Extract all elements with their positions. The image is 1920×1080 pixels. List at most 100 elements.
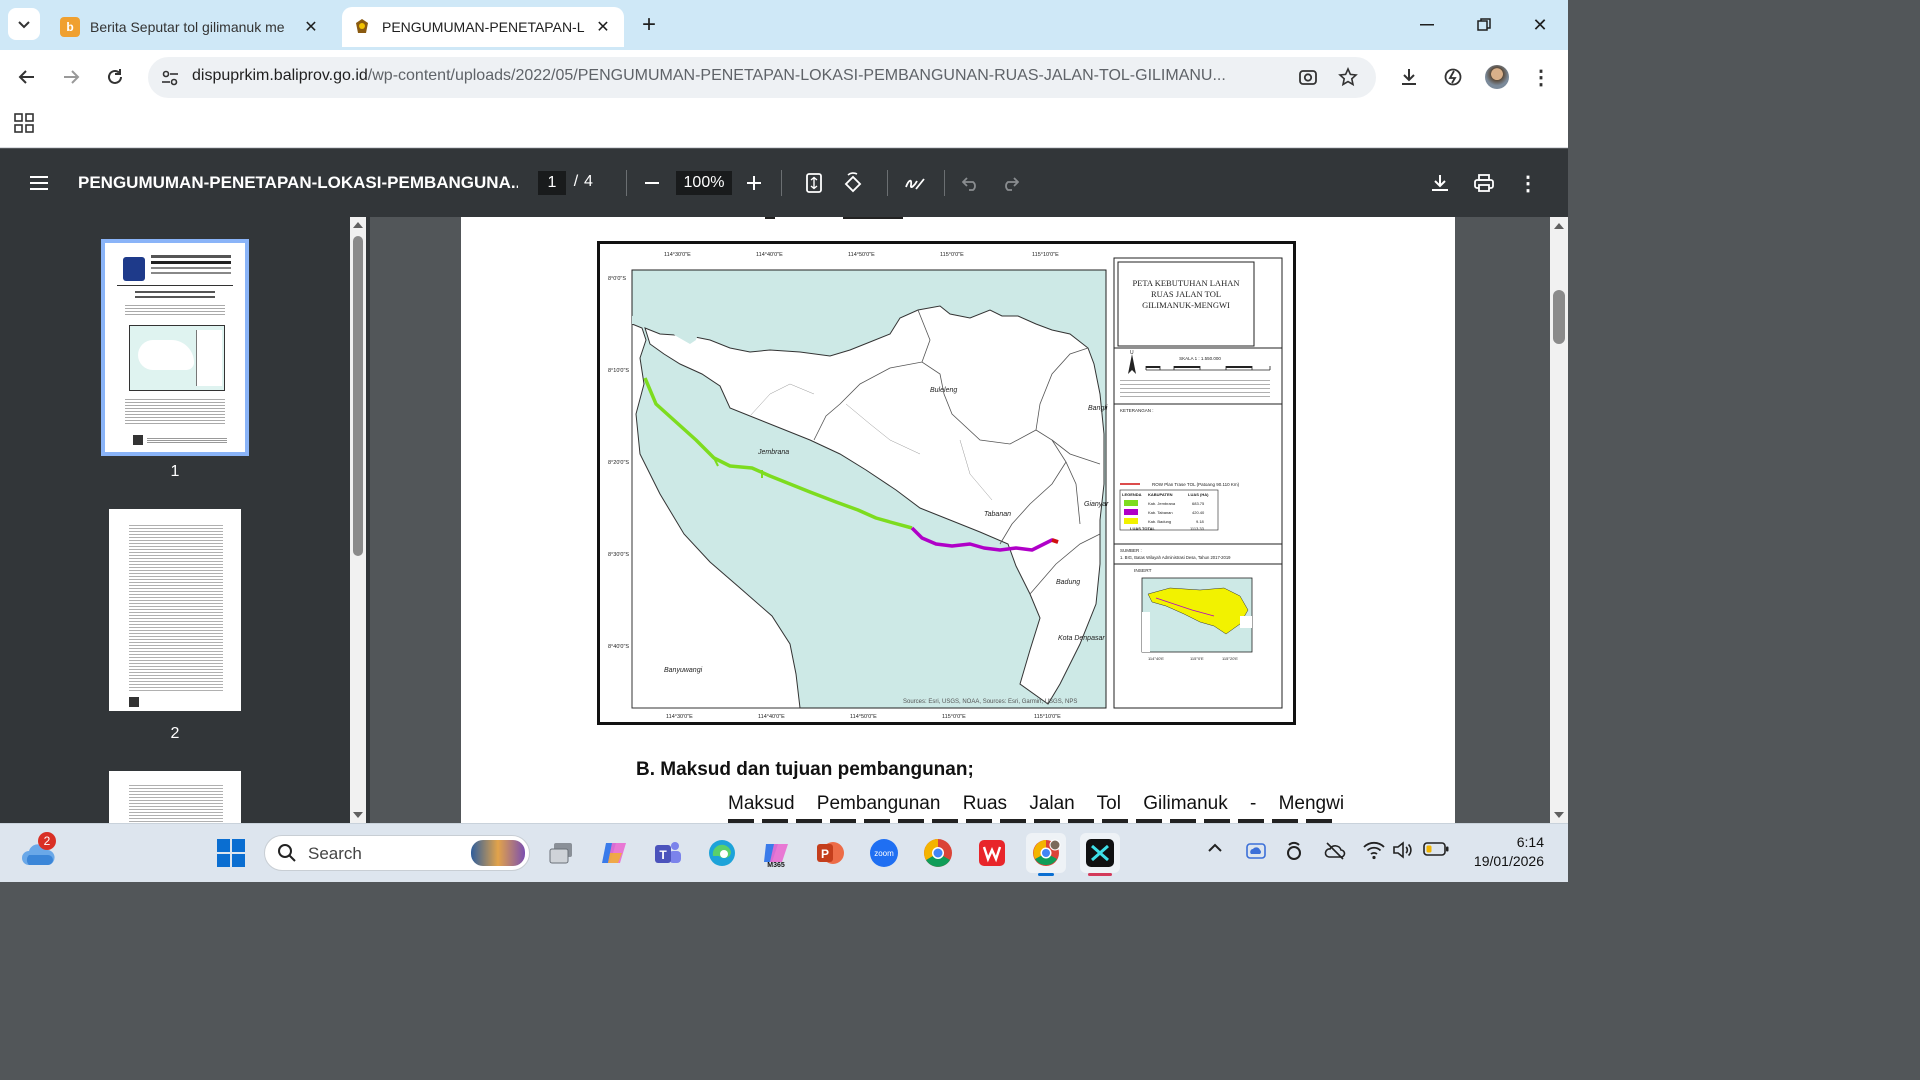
svg-text:SUMBER :: SUMBER : (1120, 548, 1142, 553)
svg-text:LEGENDA: LEGENDA (1122, 492, 1142, 497)
cloud-off-icon (1324, 842, 1346, 860)
svg-text:Kab. Jembrana: Kab. Jembrana (1148, 501, 1176, 506)
svg-text:LUAS (HA): LUAS (HA) (1188, 492, 1209, 497)
copilot-app[interactable] (594, 833, 634, 873)
wps-app[interactable] (972, 833, 1012, 873)
news-favicon-icon: b (60, 17, 80, 37)
tab-title: Berita Seputar tol gilimanuk me (90, 19, 285, 35)
zoom-in-button[interactable] (739, 168, 769, 198)
thumbnail-map (129, 325, 225, 391)
location-tray[interactable] (1285, 840, 1307, 864)
toolbar-divider (626, 170, 627, 196)
tray-overflow-button[interactable] (1207, 842, 1229, 864)
chrome-app[interactable] (918, 833, 958, 873)
thumbnail-page-1[interactable] (101, 239, 249, 456)
sidebar-scroll-down[interactable] (352, 811, 364, 821)
forward-button[interactable] (55, 61, 87, 93)
clock-time[interactable]: 6:14 (1460, 834, 1544, 850)
close-window-button[interactable]: ✕ (1523, 10, 1557, 40)
ring-icon (1287, 841, 1301, 860)
undo-button[interactable] (956, 168, 986, 198)
clock-date[interactable]: 19/01/2026 (1460, 853, 1544, 869)
fit-page-button[interactable] (799, 168, 829, 198)
profile-button[interactable] (1481, 61, 1513, 93)
site-info-icon[interactable] (158, 66, 182, 90)
teams-icon: T (655, 842, 681, 863)
zoom-level-input[interactable]: 100% (676, 171, 732, 195)
url-text[interactable]: dispuprkim.baliprov.go.id/wp-content/upl… (192, 67, 1282, 89)
performance-button[interactable] (1437, 61, 1469, 93)
svg-text:8°0'0"S: 8°0'0"S (608, 276, 626, 282)
document-scroll-thumb[interactable] (1553, 290, 1565, 344)
svg-text:115°0'E: 115°0'E (1190, 656, 1204, 661)
chrome-menu-button[interactable]: ⋮ (1525, 61, 1557, 93)
tab-berita[interactable]: b Berita Seputar tol gilimanuk me ✕ (50, 7, 332, 47)
speaker-icon (1393, 841, 1412, 859)
map-frame: Buleleng Bangli Jembrana Gianyar Tabanan… (597, 241, 1296, 725)
wifi-tray[interactable] (1363, 840, 1387, 864)
svg-text:1113.33: 1113.33 (1190, 526, 1205, 531)
sidebar-scroll-thumb[interactable] (353, 236, 363, 556)
restore-button[interactable] (1467, 10, 1501, 40)
capcut-app[interactable] (1080, 833, 1120, 873)
rotate-button[interactable] (838, 168, 868, 198)
svg-text:114°30'0"E: 114°30'0"E (664, 252, 691, 258)
close-tab-icon[interactable]: ✕ (592, 16, 614, 38)
m365-app[interactable]: M365 (756, 833, 796, 873)
zoom-app[interactable]: zoom (864, 833, 904, 873)
tab-search-button[interactable] (8, 8, 40, 40)
task-view-icon (549, 843, 572, 864)
redo-button[interactable] (995, 168, 1025, 198)
printer-icon (1474, 174, 1494, 192)
chrome-profile-app[interactable] (1026, 833, 1066, 873)
taskbar-search-box[interactable]: Search (264, 835, 530, 871)
sidebar-menu-button[interactable] (24, 168, 54, 198)
edge-app[interactable] (702, 833, 742, 873)
tab-pengumuman[interactable]: PENGUMUMAN-PENETAPAN-L ✕ (342, 7, 624, 47)
onedrive-tray[interactable] (1245, 840, 1269, 864)
svg-text:P: P (821, 847, 829, 861)
svg-text:114°50'0"E: 114°50'0"E (850, 714, 877, 720)
downloads-button[interactable] (1393, 61, 1425, 93)
minimize-button[interactable] (1410, 10, 1444, 40)
emblem-icon (123, 257, 145, 281)
annotate-button[interactable] (900, 168, 930, 198)
region-label: Jembrana (757, 449, 789, 456)
page-number-input[interactable]: 1 (538, 171, 566, 195)
battery-tray[interactable] (1423, 842, 1449, 862)
reload-button[interactable] (99, 61, 131, 93)
start-button[interactable] (211, 833, 251, 873)
close-tab-icon[interactable]: ✕ (300, 16, 322, 38)
svg-text:8°20'0"S: 8°20'0"S (608, 460, 629, 466)
copilot-icon (602, 843, 626, 863)
task-view-button[interactable] (542, 833, 582, 873)
volume-tray[interactable] (1392, 840, 1416, 864)
document-scroll-up[interactable] (1553, 222, 1565, 232)
new-tab-button[interactable]: + (634, 10, 664, 40)
sidebar-scroll-up[interactable] (352, 221, 364, 231)
bookmark-star-button[interactable] (1332, 61, 1364, 93)
powerpoint-app[interactable]: P (810, 833, 850, 873)
star-icon (1338, 67, 1358, 87)
windows-logo-icon (217, 839, 245, 867)
network-off-tray[interactable] (1324, 840, 1348, 864)
zoom-icon: zoom (870, 839, 898, 867)
svg-text:Kab. Badung: Kab. Badung (1148, 519, 1171, 524)
google-lens-button[interactable] (1292, 61, 1324, 93)
teams-app[interactable]: T (648, 833, 688, 873)
document-scroll-down[interactable] (1553, 811, 1565, 821)
thumbnail-page-3[interactable] (109, 771, 241, 823)
back-button[interactable] (11, 61, 43, 93)
pdf-more-button[interactable]: ⋮ (1513, 168, 1543, 198)
svg-text:114°40'E: 114°40'E (1148, 656, 1164, 661)
apps-grid-icon[interactable] (14, 113, 36, 135)
toolbar-divider (887, 170, 888, 196)
print-button[interactable] (1469, 168, 1499, 198)
active-app-indicator (1088, 873, 1112, 876)
arrow-left-icon (18, 70, 34, 84)
zoom-out-button[interactable] (637, 168, 667, 198)
thumbnail-page-2[interactable] (109, 509, 241, 711)
download-icon (1432, 175, 1448, 191)
pdf-download-button[interactable] (1425, 168, 1455, 198)
svg-text:KABUPATEN: KABUPATEN (1148, 492, 1173, 497)
